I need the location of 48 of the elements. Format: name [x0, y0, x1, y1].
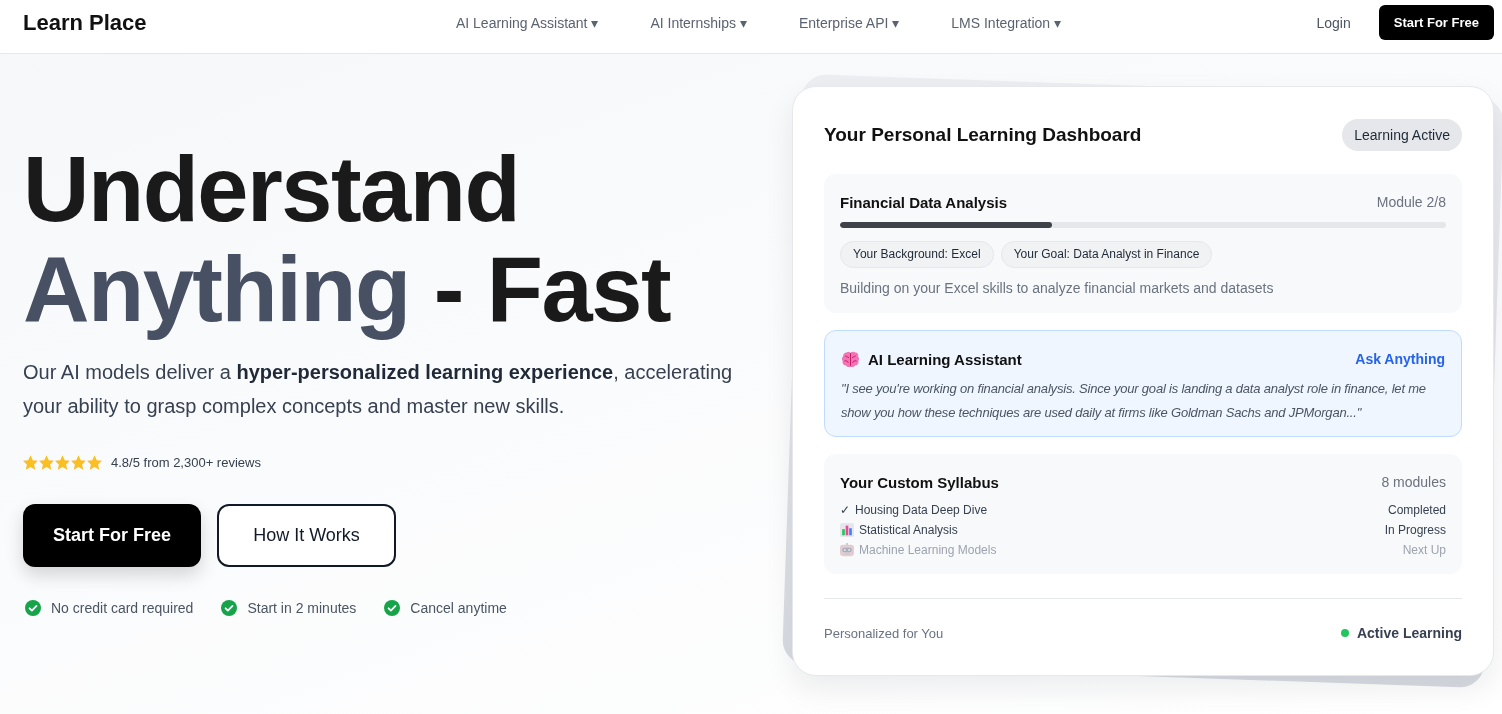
module-counter: Module 2/8 — [1376, 194, 1446, 210]
brain-icon — [841, 350, 860, 368]
assistant-quote: "I see you're working on financial analysis. Since your goal is landing a data analyst role in finance, let me show you how these techniques are used daily at firms like Goldman Sachs and JPMorgan..." — [841, 380, 1427, 422]
status-text: Active Learning — [1356, 625, 1462, 641]
perk-text: Cancel anytime — [410, 600, 507, 616]
module-status: Completed — [1387, 503, 1446, 517]
bar-chart-icon — [840, 523, 854, 537]
start-for-free-button[interactable]: Start For Free — [23, 504, 201, 567]
nav-menu-item[interactable]: AI Learning Assistant ▾ — [455, 14, 599, 31]
rating-text: 4.8/5 from 2,300+ reviews — [111, 454, 261, 470]
module-status: In Progress — [1384, 523, 1446, 537]
robot-icon — [840, 543, 854, 557]
star-icon — [23, 454, 38, 470]
hero-headline: Understand Anything - Fast — [23, 139, 672, 339]
how-it-works-button[interactable]: How It Works — [217, 504, 396, 567]
checkmark-icon: ✓ — [840, 503, 850, 517]
syllabus-title: Your Custom Syllabus — [840, 473, 999, 491]
module-name: Statistical Analysis — [859, 523, 958, 537]
start-for-free-button[interactable]: Start For Free — [1378, 5, 1494, 40]
login-link[interactable]: Login — [1316, 14, 1351, 31]
nav-menu-item[interactable]: LMS Integration ▾ — [951, 14, 1061, 31]
status-badge: Learning Active — [1342, 118, 1462, 151]
module-name: Machine Learning Models — [859, 543, 997, 557]
hero-description: Our AI models deliver a hyper-personalized learning experience, accelerating your ability to grasp complex concepts and master new skills. — [23, 360, 734, 419]
ask-anything-link[interactable]: Ask Anything — [1355, 351, 1445, 367]
star-icon — [71, 454, 86, 470]
check-circle-icon — [221, 600, 238, 616]
assistant-title: AI Learning Assistant — [868, 350, 1022, 368]
profile-tag: Your Background: Excel — [840, 241, 994, 268]
perk-text: Start in 2 minutes — [247, 600, 357, 616]
nav-menu-item[interactable]: AI Internships ▾ — [650, 14, 747, 31]
star-icon — [39, 454, 54, 470]
course-title: Financial Data Analysis — [840, 193, 1007, 211]
nav-menu-item[interactable]: Enterprise API ▾ — [798, 14, 900, 31]
footer-label: Personalized for You — [824, 625, 944, 641]
check-circle-icon — [384, 600, 401, 616]
perk-text: No credit card required — [51, 600, 194, 616]
star-icon — [55, 454, 70, 470]
module-status: Next Up — [1402, 543, 1446, 557]
course-note: Building on your Excel skills to analyze financial markets and datasets — [840, 279, 1275, 298]
module-count: 8 modules — [1381, 474, 1446, 490]
status-dot-icon — [1340, 629, 1349, 637]
profile-tag: Your Goal: Data Analyst in Finance — [1000, 241, 1213, 268]
module-name: Housing Data Deep Dive — [855, 503, 988, 517]
check-circle-icon — [25, 600, 41, 616]
star-icon — [87, 454, 102, 470]
logo[interactable]: Learn Place — [23, 9, 147, 36]
dashboard-title: Your Personal Learning Dashboard — [824, 123, 1142, 146]
